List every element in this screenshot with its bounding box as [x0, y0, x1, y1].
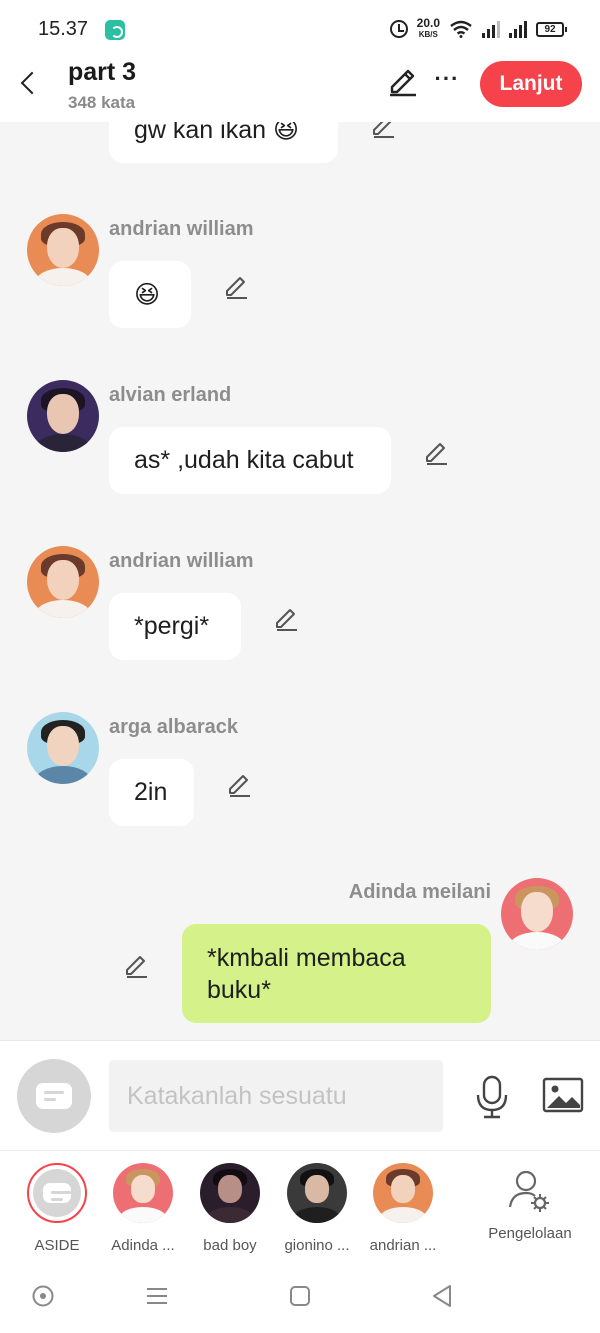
character-name: Adinda ... [111, 1237, 175, 1254]
character-name: ASIDE [34, 1237, 80, 1254]
message-bubble: 😆 [109, 261, 191, 328]
assistant-nav-icon[interactable] [30, 1283, 56, 1309]
sender-name: Adinda meilani [348, 881, 491, 903]
message-text: as* ,udah kita cabut [134, 446, 354, 474]
sender-name: andrian william [109, 218, 254, 240]
avatar[interactable] [27, 712, 99, 784]
app-notification-icon [105, 20, 125, 40]
edit-message-icon[interactable] [273, 605, 301, 633]
avatar[interactable] [27, 546, 99, 618]
back-button[interactable] [14, 66, 44, 102]
next-button[interactable]: Lanjut [480, 61, 582, 107]
system-nav-bar [0, 1255, 600, 1333]
avatar[interactable] [501, 878, 573, 950]
character-item[interactable]: bad boy [190, 1163, 270, 1254]
edit-message-icon[interactable] [226, 771, 254, 799]
message-bubble: as* ,udah kita cabut [109, 427, 391, 494]
character-avatar [287, 1163, 347, 1223]
user-settings-icon [508, 1170, 549, 1212]
aside-toggle-button[interactable] [17, 1059, 91, 1133]
more-options-icon[interactable]: ··· [432, 68, 462, 96]
image-icon[interactable] [541, 1075, 585, 1115]
menu-nav-icon[interactable] [144, 1283, 170, 1309]
character-item[interactable]: gionino ... [277, 1163, 357, 1254]
edit-message-icon[interactable] [123, 952, 151, 980]
status-icons: 20.0 KB/S 92 [389, 16, 567, 42]
character-avatar [27, 1163, 87, 1223]
aside-icon [36, 1083, 72, 1109]
own-message-bubble: *kmbali membaca buku* [182, 924, 491, 1023]
status-bar: 15.37 20.0 KB/S 92 [0, 0, 600, 58]
battery-icon: 92 [536, 21, 567, 37]
home-nav-icon[interactable] [287, 1283, 313, 1309]
avatar[interactable] [27, 214, 99, 286]
wifi-icon [450, 20, 472, 38]
character-name: bad boy [203, 1237, 257, 1254]
sender-name: alvian erland [109, 384, 232, 406]
message-bubble: 2in [109, 759, 194, 826]
status-time: 15.37 [38, 18, 89, 40]
sender-name: andrian william [109, 550, 254, 572]
character-item[interactable]: Adinda ... [103, 1163, 183, 1254]
character-avatar [113, 1163, 173, 1223]
character-aside[interactable]: ASIDE [17, 1163, 97, 1254]
message-text: 2in [134, 778, 168, 806]
network-speed: 20.0 KB/S [416, 16, 440, 40]
chat-area[interactable]: gw kan ikan 😆 andrian william 😆 alvian e… [0, 0, 600, 1040]
character-avatar [200, 1163, 260, 1223]
edit-title-icon[interactable] [387, 66, 419, 98]
top-bar: 15.37 20.0 KB/S 92 part 3 348 kata ··· L… [0, 0, 600, 122]
word-count: 348 kata [68, 93, 136, 112]
message-text: *pergi* [134, 612, 210, 640]
network-speed-value: 20.0 [416, 16, 440, 30]
manage-characters-button[interactable]: Pengelolaan [480, 1163, 580, 1242]
microphone-icon[interactable] [472, 1073, 512, 1121]
sender-name: arga albarack [109, 716, 238, 738]
message-input[interactable] [109, 1060, 443, 1132]
signal-icon [482, 20, 500, 38]
character-item[interactable]: andrian ... [363, 1163, 443, 1254]
character-name: gionino ... [284, 1237, 350, 1254]
message-text: 😆 [134, 280, 161, 309]
character-avatar [373, 1163, 433, 1223]
edit-message-icon[interactable] [223, 273, 251, 301]
composer-bar [0, 1040, 600, 1150]
edit-message-icon[interactable] [423, 439, 451, 467]
character-name: andrian ... [369, 1237, 437, 1254]
message-bubble: *pergi* [109, 593, 241, 660]
back-nav-icon[interactable] [429, 1283, 455, 1309]
avatar[interactable] [27, 380, 99, 452]
aside-icon [43, 1183, 71, 1203]
signal-icon [509, 20, 527, 38]
page-title: part 3 [68, 58, 137, 86]
alarm-icon [389, 20, 408, 38]
manage-label: Pengelolaan [488, 1225, 572, 1242]
network-speed-unit: KB/S [418, 30, 438, 39]
character-selector: ASIDE Adinda ... bad boy gionino ... and… [0, 1150, 600, 1255]
message-text: *kmbali membaca buku* [207, 944, 406, 1004]
